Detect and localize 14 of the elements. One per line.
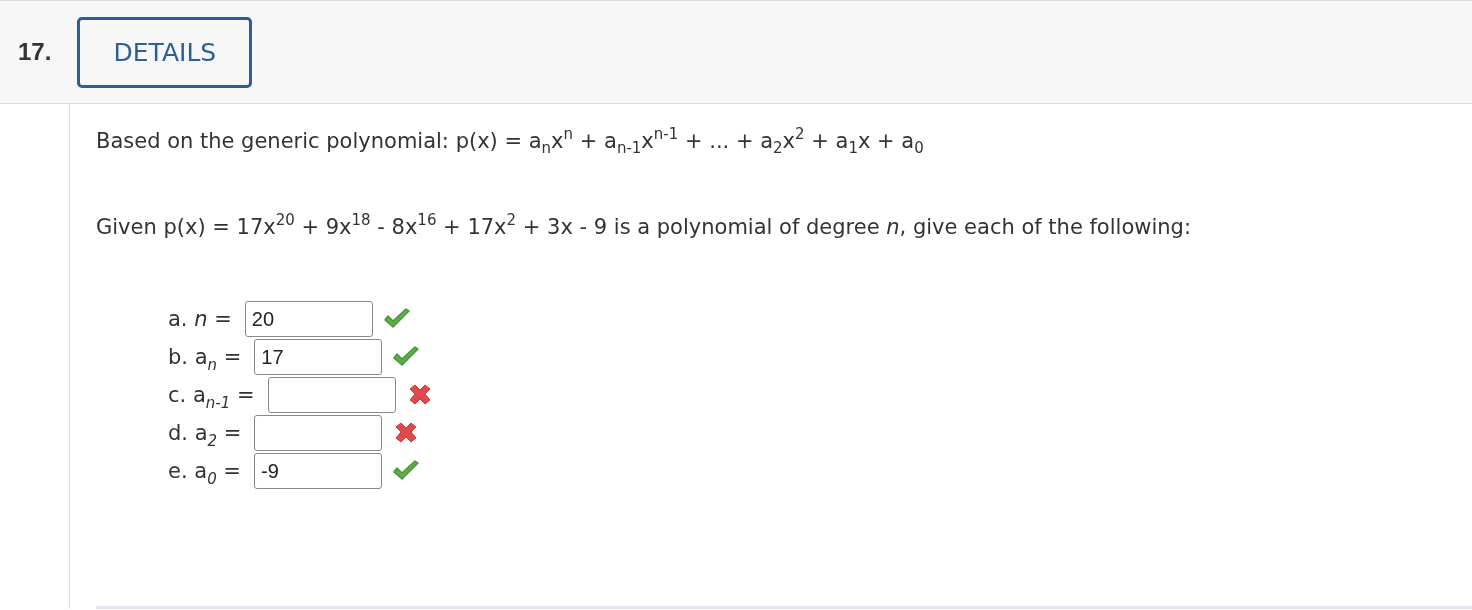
answer-field[interactable] bbox=[267, 377, 396, 413]
prompt-text: Based on the generic polynomial: p(x) = a$_{n}$x$^{n}$ + a$_{n-1}$x$^{n-1}$ + ... + a$_{2}$x$^{2}$ + a$_{1}$x + a$_{0}$ bbox=[96, 126, 925, 156]
question-number: 17. bbox=[18, 38, 52, 66]
prompt-text: Given p(x) = 17x$^{20}$ + 9x$^{18}$ - 8x$^{16}$ + 17x$^{2}$ + 3x - 9 is a polynomial of degree n, give each of the following: bbox=[96, 212, 1192, 241]
answer-label: a. n = bbox=[168, 307, 232, 331]
answer-label: d. a$_{2}$ = bbox=[168, 421, 242, 445]
answer-field[interactable]: 20 bbox=[244, 301, 373, 337]
answer-field[interactable] bbox=[254, 415, 383, 451]
answer-label: e. a$_{0}$ = bbox=[168, 459, 241, 483]
answer-field[interactable]: -9 bbox=[253, 453, 382, 489]
answer-field[interactable]: 17 bbox=[254, 339, 383, 375]
answer-label: b. a$_{n}$ = bbox=[168, 345, 242, 369]
answer-label: c. a$_{n-1}$ = bbox=[168, 383, 255, 407]
details-button[interactable]: DETAILS bbox=[77, 16, 253, 88]
